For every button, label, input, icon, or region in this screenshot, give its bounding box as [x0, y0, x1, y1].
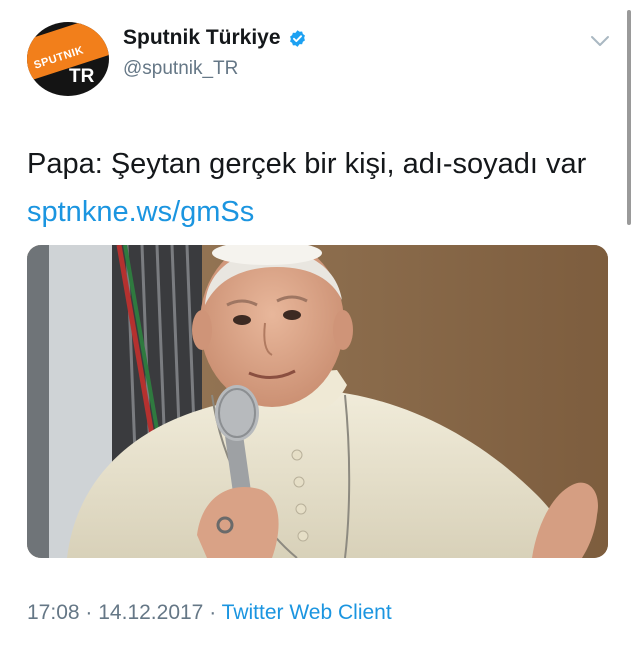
tweet-body: Papa: Şeytan gerçek bir kişi, adı-soyadı… — [27, 148, 587, 180]
scrollbar[interactable] — [627, 10, 631, 225]
verified-badge-icon — [289, 29, 305, 47]
meta-separator: · — [85, 601, 93, 624]
avatar[interactable]: SPUTNIK TR — [27, 22, 109, 96]
tweet-client-link[interactable]: Twitter Web Client — [222, 601, 392, 624]
meta-separator: · — [209, 601, 217, 624]
tweet-link[interactable]: sptnkne.ws/gmSs — [27, 196, 254, 228]
photo-pope-holding-microphone-icon — [27, 245, 608, 558]
avatar-badge-text: TR — [69, 66, 95, 87]
tweet-meta: 17:08 · 14.12.2017 · Twitter Web Client — [27, 601, 392, 625]
chevron-down-icon[interactable] — [589, 33, 611, 49]
tweet-photo[interactable] — [27, 245, 608, 558]
tweet-date[interactable]: 14.12.2017 — [98, 601, 203, 624]
tweet-time[interactable]: 17:08 — [27, 601, 80, 624]
tweet-text: Papa: Şeytan gerçek bir kişi, adı-soyadı… — [27, 140, 607, 236]
display-name[interactable]: Sputnik Türkiye — [123, 26, 281, 50]
handle[interactable]: @sputnik_TR — [123, 58, 238, 80]
author-name-row[interactable]: Sputnik Türkiye — [123, 26, 307, 50]
